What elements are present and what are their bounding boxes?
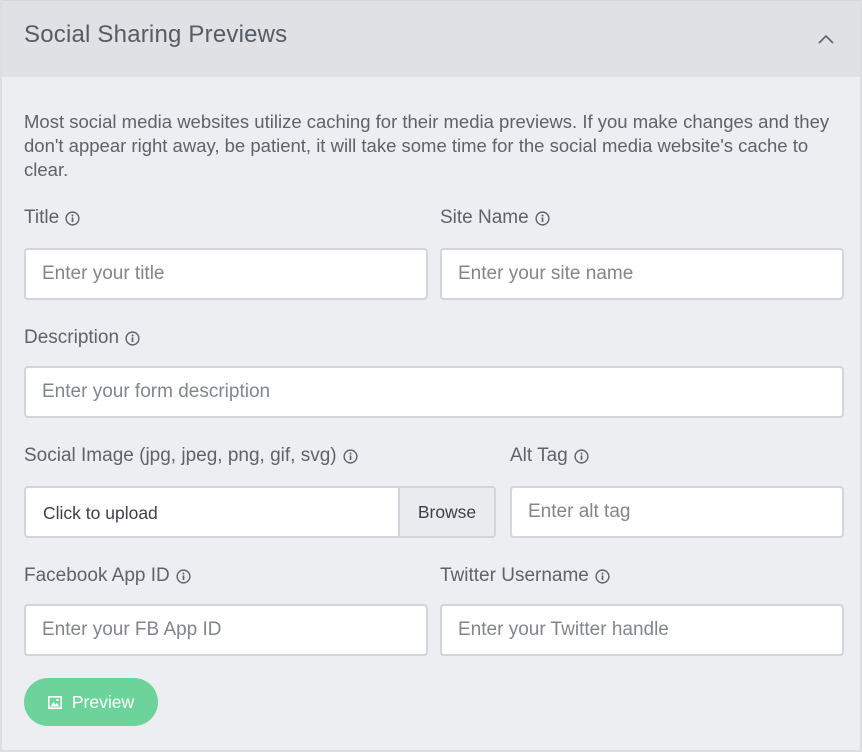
- preview-button[interactable]: Preview: [24, 678, 158, 726]
- description-label: Description: [24, 327, 140, 349]
- title-input[interactable]: [24, 248, 428, 300]
- facebook-app-id-input[interactable]: [24, 604, 428, 656]
- browse-button[interactable]: Browse: [398, 488, 494, 536]
- info-icon[interactable]: [125, 330, 140, 346]
- intro-text: Most social media websites utilize cachi…: [24, 111, 830, 180]
- facebook-app-id-label: Facebook App ID: [24, 565, 191, 587]
- description-input[interactable]: [24, 366, 844, 418]
- panel-title: Social Sharing Previews: [24, 21, 288, 48]
- social-sharing-panel: Social Sharing Previews Most social medi…: [0, 0, 862, 752]
- alt-tag-label: Alt Tag: [510, 445, 589, 467]
- info-icon[interactable]: [176, 568, 191, 584]
- site-name-input[interactable]: [440, 248, 844, 300]
- panel-header[interactable]: Social Sharing Previews: [2, 0, 860, 77]
- info-icon[interactable]: [595, 568, 610, 584]
- preview-button-label: Preview: [71, 691, 135, 712]
- info-icon[interactable]: [343, 448, 358, 464]
- chevron-up-icon[interactable]: [816, 31, 836, 47]
- twitter-username-input[interactable]: [440, 604, 844, 656]
- image-icon: [47, 695, 62, 709]
- info-icon[interactable]: [574, 448, 589, 464]
- social-image-upload[interactable]: Click to upload Browse: [24, 486, 496, 538]
- site-name-label: Site Name: [440, 207, 550, 229]
- social-image-label: Social Image (jpg, jpeg, png, gif, svg): [24, 445, 358, 467]
- twitter-username-label: Twitter Username: [440, 565, 610, 587]
- alt-tag-input[interactable]: [510, 486, 844, 538]
- upload-text[interactable]: Click to upload: [43, 503, 158, 524]
- info-icon[interactable]: [535, 210, 550, 226]
- title-label: Title: [24, 207, 80, 229]
- info-icon[interactable]: [65, 210, 80, 226]
